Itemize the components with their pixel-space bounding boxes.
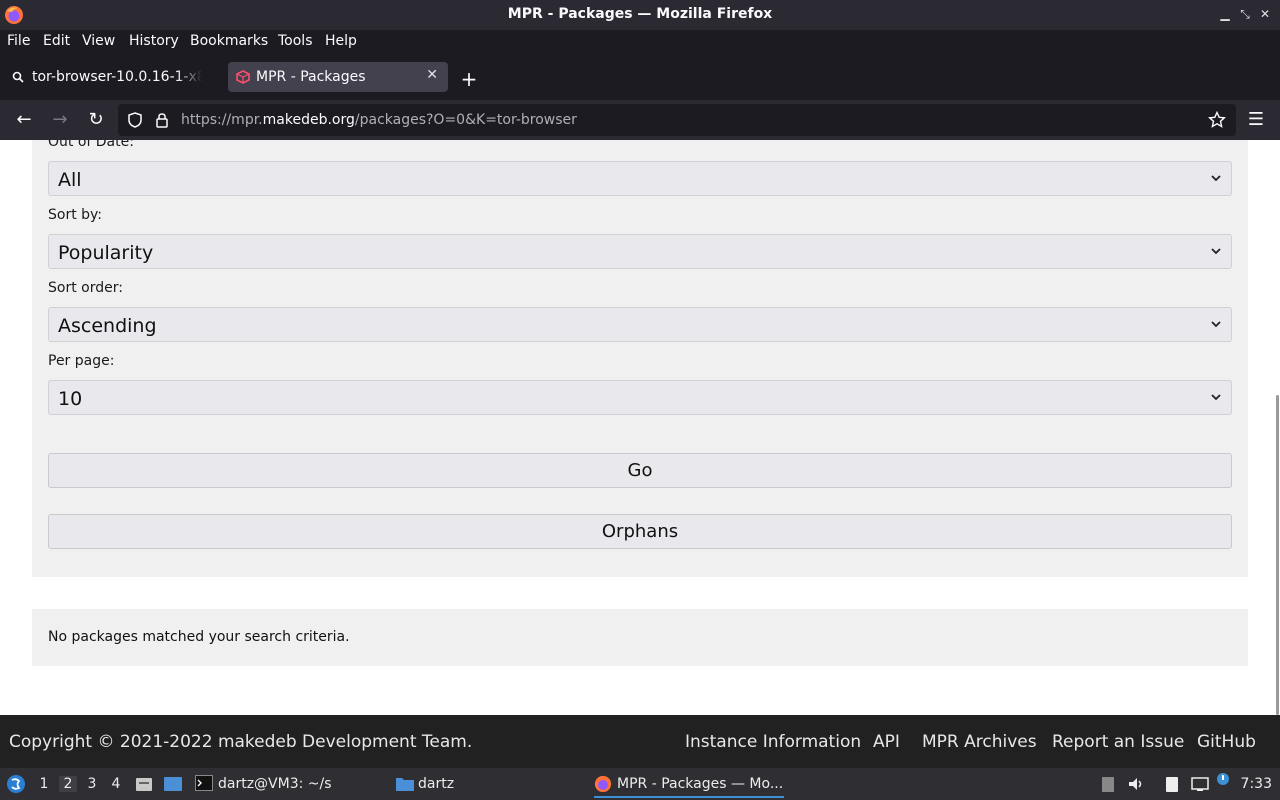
per-page-label: Per page:: [48, 353, 115, 369]
tab-strip: tor-browser-10.0.16-1-x86_64.pkg.tar.zst…: [0, 54, 1280, 100]
url-bar[interactable]: https://mpr.makedeb.org/packages?O=0&K=t…: [118, 104, 1236, 136]
footer-link-api[interactable]: API: [873, 732, 900, 752]
clock[interactable]: 7:33: [1241, 776, 1272, 792]
sort-by-label: Sort by:: [48, 207, 103, 223]
menu-view[interactable]: View: [82, 33, 115, 49]
terminal-icon: [195, 775, 213, 791]
tab-label: tor-browser-10.0.16-1-x86_64.pkg.tar.zst: [32, 69, 202, 85]
close-tab-icon[interactable]: ✕: [426, 67, 438, 83]
chevron-down-icon: [1211, 394, 1221, 401]
mpr-favicon-icon: [236, 70, 250, 84]
out-of-date-select[interactable]: All: [48, 161, 1232, 196]
sort-by-select[interactable]: Popularity: [48, 234, 1232, 269]
desktop-icon[interactable]: [163, 775, 183, 793]
hamburger-menu-icon[interactable]: ☰: [1244, 108, 1268, 132]
chevron-down-icon: [1211, 321, 1221, 328]
go-button[interactable]: Go: [48, 453, 1232, 488]
page-content: Out of Date: All Sort by: Popularity Sor…: [0, 140, 1280, 715]
search-options-panel: [32, 140, 1248, 577]
sort-order-label: Sort order:: [48, 280, 123, 296]
workspace-2[interactable]: 2: [59, 776, 77, 792]
folder-icon: [396, 778, 414, 791]
per-page-select[interactable]: 10: [48, 380, 1232, 415]
chevron-down-icon: [1211, 175, 1221, 182]
navigation-toolbar: ← → ↻ https://mpr.makedeb.org/packages?O…: [0, 100, 1280, 140]
start-menu-icon[interactable]: [6, 774, 26, 794]
task-firefox[interactable]: MPR - Packages — Mo...: [590, 768, 786, 800]
reload-button[interactable]: ↻: [84, 108, 108, 132]
out-of-date-label: Out of Date:: [48, 140, 134, 150]
chevron-down-icon: [1211, 248, 1221, 255]
back-button[interactable]: ←: [12, 108, 36, 132]
select-value: Popularity: [58, 242, 154, 264]
url-text[interactable]: https://mpr.makedeb.org/packages?O=0&K=t…: [181, 112, 577, 128]
close-window-icon[interactable]: ✕: [1256, 4, 1274, 24]
bookmark-star-icon[interactable]: [1208, 111, 1226, 129]
clipboard-icon[interactable]: [1099, 775, 1117, 793]
tab-mpr-packages[interactable]: MPR - Packages ✕: [228, 62, 448, 92]
notification-icon[interactable]: [1216, 772, 1230, 786]
select-value: Ascending: [58, 315, 157, 337]
task-label: MPR - Packages — Mo...: [617, 776, 784, 792]
scrollbar-thumb[interactable]: [1276, 395, 1279, 715]
site-footer: Copyright © 2021-2022 makedeb Developmen…: [0, 715, 1280, 768]
window-title: MPR - Packages — Mozilla Firefox: [507, 6, 773, 22]
menu-history[interactable]: History: [129, 33, 179, 49]
forward-button[interactable]: →: [48, 108, 72, 132]
task-terminal[interactable]: dartz@VM3: ~/s: [218, 776, 332, 792]
select-value: 10: [58, 388, 83, 410]
network-icon[interactable]: [1191, 775, 1209, 793]
workspace-3[interactable]: 3: [83, 776, 101, 792]
firefox-logo-icon: [594, 775, 612, 793]
menu-bookmarks[interactable]: Bookmarks: [190, 33, 268, 49]
footer-link-github[interactable]: GitHub: [1197, 732, 1256, 752]
new-tab-button[interactable]: +: [458, 68, 480, 90]
file-manager-icon[interactable]: [135, 775, 153, 793]
menu-bar: File Edit View History Bookmarks Tools H…: [0, 30, 1280, 54]
footer-link-mpr-archives[interactable]: MPR Archives: [922, 732, 1037, 752]
restore-icon[interactable]: ⤡: [1236, 4, 1254, 24]
footer-link-report-issue[interactable]: Report an Issue: [1052, 732, 1184, 752]
minimize-icon[interactable]: ▁: [1216, 4, 1234, 24]
volume-icon[interactable]: [1127, 775, 1145, 793]
notes-icon[interactable]: [1163, 775, 1181, 793]
menu-tools[interactable]: Tools: [278, 33, 313, 49]
menu-file[interactable]: File: [7, 33, 30, 49]
workspace-4[interactable]: 4: [107, 776, 125, 792]
orphans-button[interactable]: Orphans: [48, 514, 1232, 549]
no-results-message: No packages matched your search criteria…: [48, 629, 350, 645]
tab-label: MPR - Packages: [256, 69, 366, 85]
task-folder-dartz[interactable]: dartz: [418, 776, 454, 792]
sort-order-select[interactable]: Ascending: [48, 307, 1232, 342]
results-panel: No packages matched your search criteria…: [32, 609, 1248, 666]
desktop-taskbar: 1 2 3 4 dartz@VM3: ~/s dartz MPR - Packa…: [0, 768, 1280, 800]
shield-icon[interactable]: [127, 112, 143, 128]
menu-edit[interactable]: Edit: [43, 33, 70, 49]
workspace-1[interactable]: 1: [35, 776, 53, 792]
active-task-indicator: [594, 796, 784, 798]
footer-link-instance-information[interactable]: Instance Information: [685, 732, 861, 752]
tab-tor-browser[interactable]: tor-browser-10.0.16-1-x86_64.pkg.tar.zst: [4, 62, 222, 92]
copyright-text: Copyright © 2021-2022 makedeb Developmen…: [9, 732, 473, 752]
menu-help[interactable]: Help: [325, 33, 357, 49]
window-titlebar: MPR - Packages — Mozilla Firefox ▁ ⤡ ✕: [0, 0, 1280, 30]
search-icon: [12, 71, 24, 83]
lock-icon[interactable]: [155, 112, 169, 128]
select-value: All: [58, 169, 82, 191]
